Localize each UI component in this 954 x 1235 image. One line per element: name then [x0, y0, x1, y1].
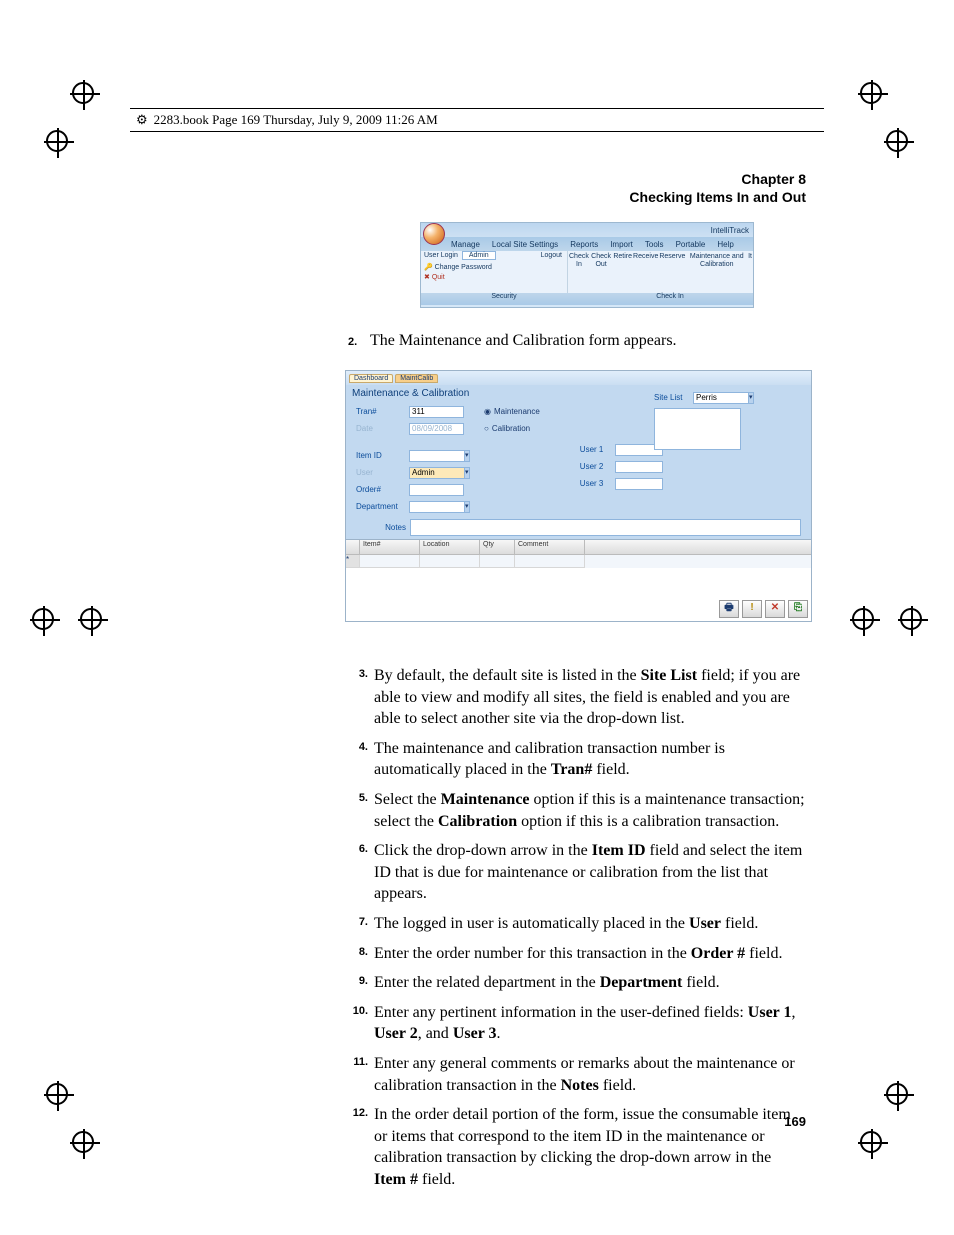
calibration-radio[interactable]: ○: [484, 424, 489, 433]
quit-button[interactable]: ✖ Quit: [424, 273, 564, 281]
date-input: [409, 423, 464, 435]
registration-mark-icon: [80, 608, 102, 630]
ribbon-button-maint-calib[interactable]: Maintenance and Calibration: [686, 253, 747, 268]
registration-mark-icon: [32, 608, 54, 630]
list-item: 5.Select the Maintenance option if this …: [340, 789, 806, 832]
tran-label: Tran#: [356, 407, 406, 416]
chevron-down-icon[interactable]: ▾: [748, 392, 754, 404]
form-tab-maintcalib[interactable]: MaintCalib: [395, 374, 438, 383]
registration-mark-icon: [46, 130, 68, 152]
step-number: 2.: [348, 336, 357, 348]
sitelist-label: Site List: [654, 393, 690, 402]
ribbon-group-security: Security: [421, 293, 587, 305]
list-item: 11.Enter any general comments or remarks…: [340, 1053, 806, 1096]
registration-mark-icon: [72, 82, 94, 104]
save-button[interactable]: ⎘: [788, 600, 808, 618]
ribbon-tab[interactable]: Local Site Settings: [488, 240, 562, 249]
step-text: The Maintenance and Calibration form app…: [370, 332, 806, 350]
ribbon-button-retire[interactable]: Retire: [613, 253, 632, 261]
grid-row[interactable]: *: [346, 555, 811, 568]
user1-label: User 1: [580, 445, 612, 454]
chevron-down-icon: ▾: [464, 467, 470, 479]
grid-col-location: Location: [420, 540, 480, 554]
list-item: 12.In the order detail portion of the fo…: [340, 1104, 806, 1190]
book-tag-text: 2283.book Page 169 Thursday, July 9, 200…: [154, 112, 438, 128]
ribbon-button-check-in[interactable]: Check In: [569, 253, 589, 268]
logout-button[interactable]: Logout: [541, 252, 562, 259]
notes-input[interactable]: [410, 519, 801, 536]
itemid-label: Item ID: [356, 451, 406, 460]
grid-col-selector: [346, 540, 360, 554]
user3-label: User 3: [580, 479, 612, 488]
print-button[interactable]: 🖶: [719, 600, 739, 618]
dept-dropdown[interactable]: ▾: [409, 501, 464, 513]
user-dropdown: ▾: [409, 467, 464, 479]
grid-col-item: Item#: [360, 540, 420, 554]
warn-button[interactable]: !: [742, 600, 762, 618]
page-header: Chapter 8 Checking Items In and Out: [629, 170, 806, 206]
itemid-dropdown[interactable]: ▾: [409, 450, 464, 462]
registration-mark-icon: [72, 1131, 94, 1153]
ribbon-button-more[interactable]: It: [748, 253, 752, 261]
book-header-bar: ⚙ 2283.book Page 169 Thursday, July 9, 2…: [130, 108, 824, 132]
list-item: 6.Click the drop-down arrow in the Item …: [340, 840, 806, 905]
ribbon-button-receive[interactable]: Receive: [633, 253, 658, 261]
notes-label: Notes: [356, 523, 406, 532]
list-item: 9.Enter the related department in the De…: [340, 972, 806, 994]
close-button[interactable]: ✕: [765, 600, 785, 618]
registration-mark-icon: [852, 608, 874, 630]
page-number: 169: [784, 1114, 806, 1129]
registration-mark-icon: [900, 608, 922, 630]
registration-mark-icon: [860, 82, 882, 104]
chevron-down-icon[interactable]: ▾: [464, 450, 470, 462]
maintenance-radio[interactable]: ◉: [484, 407, 491, 416]
user3-input[interactable]: [615, 478, 663, 490]
tran-input[interactable]: [409, 406, 464, 418]
registration-mark-icon: [886, 1083, 908, 1105]
order-label: Order#: [356, 485, 406, 494]
ribbon-tab[interactable]: Tools: [641, 240, 668, 249]
change-password-button[interactable]: 🔑 Change Password: [424, 263, 564, 271]
page: ⚙ 2283.book Page 169 Thursday, July 9, 2…: [0, 0, 954, 1235]
gear-icon: ⚙: [136, 112, 148, 128]
list-item: 7.The logged in user is automatically pl…: [340, 913, 806, 935]
ribbon-button-check-out[interactable]: Check Out: [590, 253, 613, 268]
ribbon-tab[interactable]: Help: [713, 240, 737, 249]
list-item: 4.The maintenance and calibration transa…: [340, 738, 806, 781]
ribbon-tab[interactable]: Portable: [672, 240, 710, 249]
ribbon-tab[interactable]: Reports: [566, 240, 602, 249]
date-label: Date: [356, 424, 406, 433]
chevron-down-icon[interactable]: ▾: [464, 501, 470, 513]
registration-mark-icon: [886, 130, 908, 152]
sitelist-dropdown[interactable]: ▾: [693, 392, 741, 404]
user-login-value[interactable]: Admin: [462, 251, 496, 260]
grid-col-comment: Comment: [515, 540, 585, 554]
app-name: IntelliTrack: [711, 226, 749, 235]
list-item: 3.By default, the default site is listed…: [340, 665, 806, 730]
user-login-row: User Login Admin Logout: [424, 252, 564, 259]
maintenance-form-screenshot: Dashboard MaintCalib Maintenance & Calib…: [345, 370, 812, 622]
ribbon-button-reserve[interactable]: Reserve: [659, 253, 685, 261]
ribbon-tab[interactable]: Manage: [447, 240, 484, 249]
user2-input[interactable]: [615, 461, 663, 473]
user-label: User: [356, 468, 406, 477]
instruction-list: 3.By default, the default site is listed…: [340, 665, 806, 1198]
list-item: 10.Enter any pertinent information in th…: [340, 1002, 806, 1045]
chapter-title: Checking Items In and Out: [629, 189, 806, 205]
app-orb-icon[interactable]: [423, 223, 445, 245]
ribbon-screenshot: IntelliTrack Manage Local Site Settings …: [420, 222, 754, 308]
registration-mark-icon: [860, 1131, 882, 1153]
user2-label: User 2: [580, 462, 612, 471]
ribbon-tab[interactable]: Import: [606, 240, 637, 249]
ribbon-group-checkin: Check In: [587, 293, 753, 305]
grid-col-qty: Qty: [480, 540, 515, 554]
order-input[interactable]: [409, 484, 464, 496]
form-tab-dashboard[interactable]: Dashboard: [349, 374, 393, 383]
registration-mark-icon: [46, 1083, 68, 1105]
sitelist-listbox[interactable]: [654, 408, 741, 450]
list-item: 8.Enter the order number for this transa…: [340, 943, 806, 965]
dept-label: Department: [356, 502, 406, 511]
chapter-label: Chapter 8: [741, 171, 806, 187]
